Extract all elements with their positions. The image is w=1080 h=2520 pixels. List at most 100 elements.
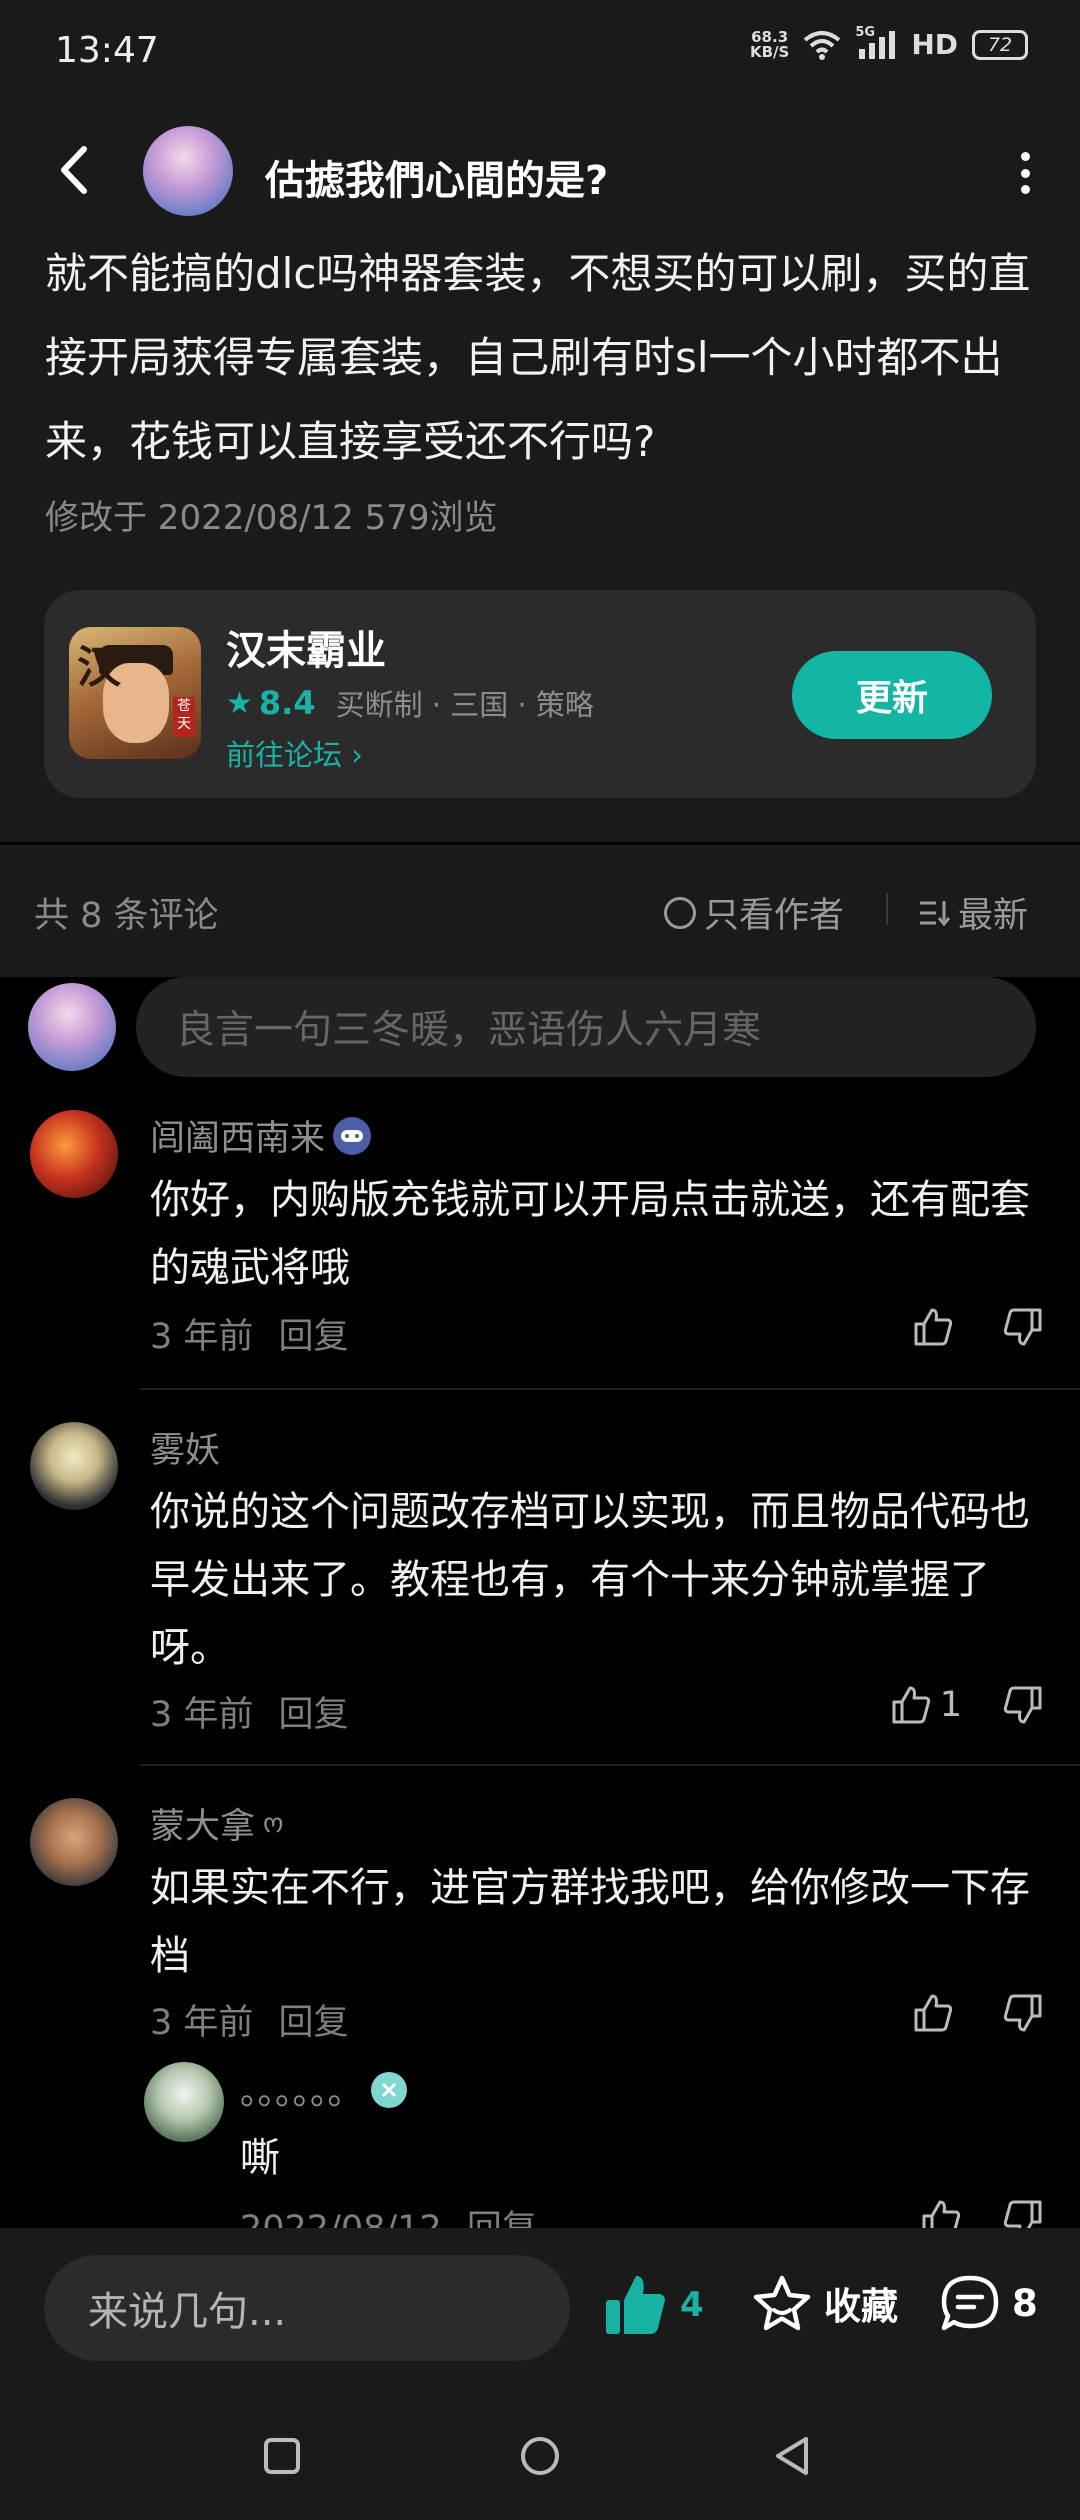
thumbs-up-icon [914,1994,953,2032]
triangle-back-icon [776,2437,808,2475]
update-button[interactable]: 更新 [792,651,992,739]
comments-count: 共 8 条评论 [34,896,219,936]
back-nav-button[interactable] [764,2428,820,2484]
thumbs-up-icon [922,2200,961,2228]
thumbs-down-icon [1003,1308,1042,1346]
commenter-name[interactable]: 蒙大拿 ო [150,1798,283,1849]
like-button[interactable]: 1 [890,1684,962,1726]
thumbs-up-icon [892,1686,930,1724]
compose-row: 良言一句三冬暖，恶语伤人六月寒 [0,977,1080,1082]
bottom-comment-input[interactable]: 来说几句... [44,2255,570,2361]
post-header: 估摅我們心間的是? [0,118,1080,223]
recent-apps-button[interactable] [254,2428,310,2484]
battery-icon: 72 [972,29,1028,60]
thumbs-down-icon [1003,2200,1042,2228]
favorite-button[interactable]: 收藏 [752,2274,898,2332]
reply-actions [920,2198,1044,2228]
teal-badge-icon [370,2071,407,2108]
star-icon: ★ [226,685,253,721]
dislike-button[interactable] [1002,2198,1044,2228]
comment-item: 蒙大拿 ო 如果实在不行，进官方群找我吧，给你修改一下存档 3 年前 回复 [0,1798,1080,2043]
comment-actions [912,1306,1044,1348]
wifi-icon [804,30,841,60]
like-count: 1 [939,1685,962,1725]
comment-time: 3 年前 [150,1317,254,1357]
home-button[interactable] [512,2428,568,2484]
reply-item: 。。。。。。 嘶 2022/08/12 回复 [0,2062,1080,2228]
dislike-button[interactable] [1002,1992,1044,2034]
radio-circle-icon [664,896,696,929]
author-avatar[interactable] [143,126,233,216]
dislike-button[interactable] [1002,1306,1044,1348]
replier-avatar[interactable] [144,2062,224,2142]
status-bar: 13:47 68.3 KB/S 5G HD 72 [0,0,1080,105]
game-card[interactable]: 汉 苍天 汉末霸业 ★ 8.4 买断制 · 三国 · 策略 前往论坛 › 更新 [44,590,1036,798]
post-body: 就不能搞的dlc吗神器套装，不想买的可以刷，买的直接开局获得专属套装，自己刷有时… [45,249,1031,466]
commenter-avatar[interactable] [30,1110,118,1198]
more-icon [1020,152,1030,161]
thumbs-down-icon [1003,1994,1042,2032]
reply-button[interactable]: 回复 [279,1695,349,1735]
thumbs-up-filled-icon [606,2276,665,2334]
reply-time: 2022/08/12 [240,2209,442,2228]
comment-actions [912,1992,1044,2034]
like-button[interactable] [912,1306,962,1348]
comment-time: 3 年前 [150,2003,254,2043]
replier-name[interactable]: 。。。。。。 [240,2064,407,2115]
like-button[interactable] [912,1992,962,2034]
game-score: 8.4 [258,684,316,722]
comments-toolbar: 共 8 条评论 只看作者 最新 [0,845,1080,977]
author-name[interactable]: 估摅我們心間的是? [265,148,608,206]
commenter-name[interactable]: 闾阖西南来 [150,1110,372,1161]
square-icon [264,2438,300,2474]
game-name[interactable]: 汉末霸业 [226,618,386,676]
cell-signal-icon: 5G [855,25,897,61]
comment-input[interactable]: 良言一句三冬暖，恶语伤人六月寒 [136,977,1036,1077]
comment-text: 如果实在不行，进官方群找我吧，给你修改一下存档 [150,1865,1030,1979]
more-options-button[interactable] [1010,148,1040,198]
reply-meta: 2022/08/12 回复 [240,2200,551,2228]
comment-time: 3 年前 [150,1695,254,1735]
gamepad-badge-icon [333,1116,372,1155]
thumbs-down-icon [1003,1686,1042,1724]
bottom-action-bar: 来说几句... 4 收藏 8 [0,2228,1080,2388]
comment-item: 闾阖西南来 你好，内购版充钱就可以开局点击就送，还有配套的魂武将哦 3 年前 回… [0,1110,1080,1390]
comment-meta: 3 年前 回复 [150,1308,363,1359]
author-suffix: ო [263,1808,284,1839]
commenter-name[interactable]: 雾妖 [150,1422,220,1473]
author-only-toggle[interactable]: 只看作者 [664,887,844,938]
commenter-avatar[interactable] [30,1798,118,1886]
back-button[interactable] [48,140,98,200]
sort-button[interactable]: 最新 [918,887,1028,938]
sort-icon [920,900,950,926]
comment-count-button[interactable]: 8 [940,2274,1038,2332]
comment-actions: 1 [890,1684,1044,1726]
comment-divider [140,1764,1080,1766]
hd-indicator: HD [911,28,958,61]
reply-button[interactable]: 回复 [467,2209,537,2228]
game-rating: ★ 8.4 买断制 · 三国 · 策略 [226,682,594,724]
game-tags: 买断制 · 三国 · 策略 [335,688,594,722]
post-like-button[interactable]: 4 [604,2274,704,2336]
game-icon[interactable]: 汉 苍天 [69,627,201,759]
comment-divider [140,1388,1080,1390]
reply-button[interactable]: 回复 [279,2003,349,2043]
star-outline-icon [753,2275,811,2331]
forum-link[interactable]: 前往论坛 › [226,732,363,774]
thumbs-up-icon [914,1308,953,1346]
dislike-button[interactable] [1002,1684,1044,1726]
back-arrow-icon [61,146,87,194]
toolbar-separator [886,893,888,925]
post-meta: 修改于 2022/08/12 579浏览 [45,498,498,538]
status-time: 13:47 [55,30,159,71]
commenter-avatar[interactable] [30,1422,118,1510]
comment-item: 雾妖 你说的这个问题改存档可以实现，而且物品代码也早发出来了。教程也有，有个十来… [0,1422,1080,1762]
comment-text: 你说的这个问题改存档可以实现，而且物品代码也早发出来了。教程也有，有个十来分钟就… [150,1489,1030,1671]
like-button[interactable] [920,2198,962,2228]
chat-bubble-icon [941,2275,999,2331]
my-avatar [28,983,116,1071]
reply-text: 嘶 [240,2135,280,2181]
system-nav-bar [0,2388,1080,2520]
reply-button[interactable]: 回复 [279,1317,349,1357]
comment-meta: 3 年前 回复 [150,1994,363,2045]
